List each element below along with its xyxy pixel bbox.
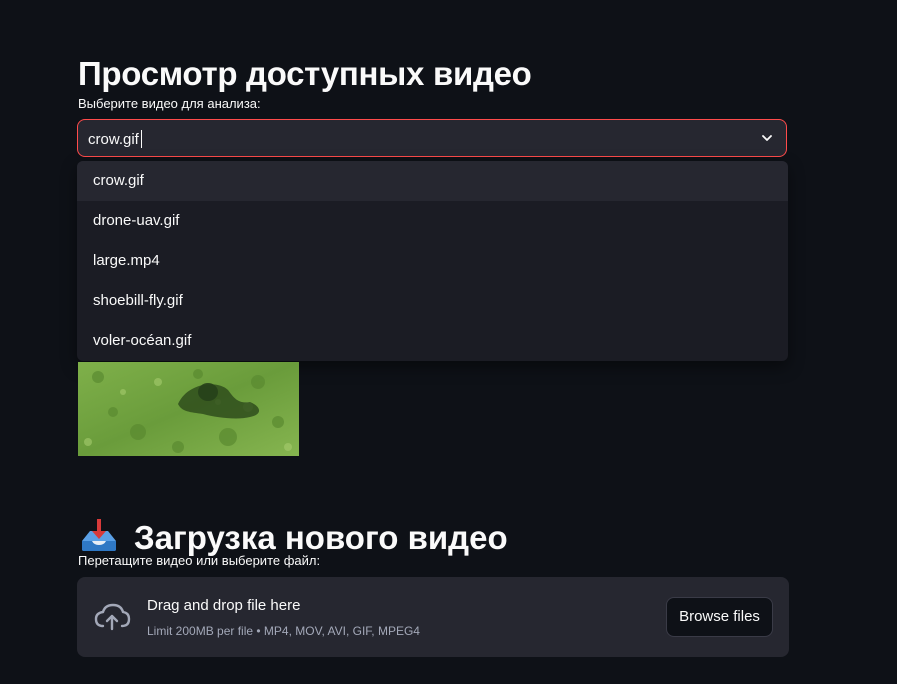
dropzone-main-text: Drag and drop file here — [147, 597, 301, 614]
browse-files-button[interactable]: Browse files — [666, 597, 773, 637]
chevron-down-icon[interactable] — [760, 131, 774, 145]
file-dropzone[interactable]: Drag and drop file here Limit 200MB per … — [77, 577, 789, 657]
app-page: Просмотр доступных видео Выберите видео … — [0, 0, 897, 684]
video-select-value[interactable]: crow.gif — [88, 130, 142, 148]
dropdown-option[interactable]: shoebill-fly.gif — [77, 281, 788, 321]
video-preview-image — [78, 362, 299, 456]
cloud-upload-icon — [94, 603, 131, 631]
dropdown-option[interactable]: voler-océan.gif — [77, 321, 788, 361]
video-select[interactable]: crow.gif — [77, 119, 787, 157]
video-select-label: Выберите видео для анализа: — [78, 96, 261, 111]
dropdown-option[interactable]: large.mp4 — [77, 241, 788, 281]
dropdown-option[interactable]: drone-uav.gif — [77, 201, 788, 241]
upload-label: Перетащите видео или выберите файл: — [78, 553, 321, 568]
inbox-tray-icon — [78, 517, 120, 553]
dropdown-option[interactable]: crow.gif — [77, 161, 788, 201]
video-select-dropdown: crow.gif drone-uav.gif large.mp4 shoebil… — [77, 161, 788, 361]
page-title: Просмотр доступных видео — [78, 55, 532, 93]
dropzone-limit-text: Limit 200MB per file • MP4, MOV, AVI, GI… — [147, 624, 420, 638]
text-cursor — [140, 130, 142, 148]
